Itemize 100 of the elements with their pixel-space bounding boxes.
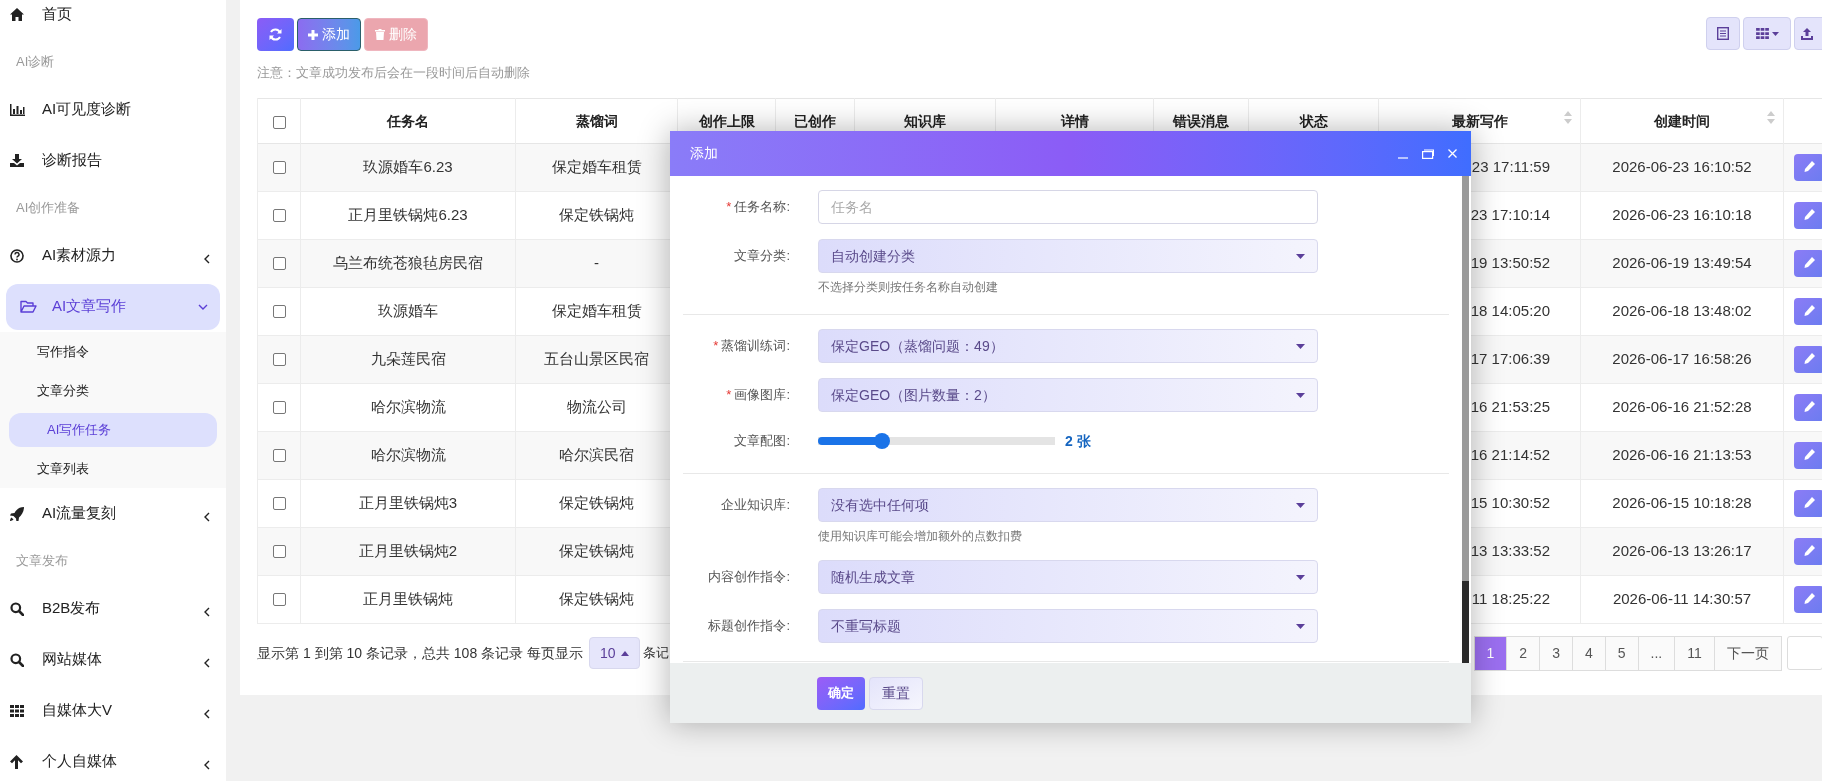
sidebar-item[interactable]: AI素材源力 xyxy=(0,230,226,281)
page-button[interactable]: 11 xyxy=(1674,635,1715,671)
table-cell: 哈尔滨民宿 xyxy=(559,445,634,463)
column-header: 状态 xyxy=(1299,112,1328,129)
select-field[interactable]: 保定GEO（图片数量：2） xyxy=(818,378,1318,412)
edit-button[interactable] xyxy=(1794,249,1822,277)
sidebar-item[interactable]: AI文章写作 xyxy=(6,283,220,330)
select-field[interactable]: 没有选中任何项 xyxy=(818,488,1318,522)
edit-button[interactable] xyxy=(1794,201,1822,229)
table-view-button[interactable] xyxy=(1706,17,1740,50)
pencil-icon xyxy=(1803,209,1815,221)
pagination-summary: 显示第 1 到第 10 条记录，总共 108 条记录 每页显示 xyxy=(257,643,583,663)
field-label: 任务名称: xyxy=(734,198,790,217)
sidebar-item[interactable]: 诊断报告 xyxy=(0,135,226,186)
submenu-item[interactable]: 文章分类 xyxy=(9,371,217,410)
edit-button[interactable] xyxy=(1794,345,1822,373)
page-button[interactable]: 3 xyxy=(1539,635,1573,671)
row-checkbox[interactable] xyxy=(272,497,286,511)
row-checkbox[interactable] xyxy=(272,257,286,271)
row-checkbox[interactable] xyxy=(272,209,286,223)
dialog-title: 添加 xyxy=(690,144,718,163)
confirm-button[interactable]: 确定 xyxy=(817,676,865,710)
table-cell: 2026-06-17 16:58:26 xyxy=(1612,349,1752,367)
pencil-icon xyxy=(1803,449,1815,461)
sidebar-item[interactable]: AI可见度诊断 xyxy=(0,84,226,135)
export-button[interactable] xyxy=(1794,17,1822,50)
refresh-button[interactable] xyxy=(257,18,294,51)
edit-button[interactable] xyxy=(1794,297,1822,325)
page-button[interactable]: 4 xyxy=(1571,635,1606,671)
table-cell: 13 13:33:52 xyxy=(1470,541,1550,559)
edit-button[interactable] xyxy=(1794,393,1822,421)
row-checkbox[interactable] xyxy=(272,161,286,175)
reset-button[interactable]: 重置 xyxy=(869,676,923,710)
download-icon xyxy=(10,154,24,167)
row-checkbox[interactable] xyxy=(272,353,286,367)
edit-button[interactable] xyxy=(1794,441,1822,469)
submenu-item[interactable]: 文章列表 xyxy=(9,449,217,488)
table-cell: 五台山景区民宿 xyxy=(544,349,649,367)
next-page-button[interactable]: 下一页 xyxy=(1713,635,1782,671)
caret-down-icon xyxy=(1296,502,1305,508)
maximize-icon[interactable] xyxy=(1422,148,1434,159)
caret-down-icon xyxy=(1296,343,1305,349)
select-field[interactable]: 自动创建分类 xyxy=(818,239,1318,273)
column-header: 蒸馏词 xyxy=(575,112,618,129)
sidebar-item[interactable]: 首页 xyxy=(0,0,226,40)
sidebar-item[interactable]: 自媒体大V xyxy=(0,685,226,736)
pencil-icon xyxy=(1803,305,1815,317)
sidebar-item[interactable]: 个人自媒体 xyxy=(0,736,226,781)
select-field[interactable]: 不重写标题 xyxy=(818,609,1318,643)
sidebar-item[interactable]: B2B发布 xyxy=(0,583,226,634)
row-checkbox[interactable] xyxy=(272,593,286,607)
row-checkbox[interactable] xyxy=(272,305,286,319)
table-cell: 保定婚车租赁 xyxy=(551,301,642,319)
table-cell: 哈尔滨物流 xyxy=(370,445,446,463)
page-button[interactable]: 2 xyxy=(1506,635,1541,671)
field-label: 文章配图: xyxy=(734,432,790,451)
edit-button[interactable] xyxy=(1794,153,1822,181)
sidebar-heading: 文章发布 xyxy=(16,552,68,571)
field-label: 文章分类: xyxy=(734,247,790,266)
table-cell: 保定铁锅炖 xyxy=(559,493,634,511)
slider-thumb[interactable] xyxy=(874,433,890,449)
row-checkbox[interactable] xyxy=(272,401,286,415)
table-cell: 2026-06-15 10:18:28 xyxy=(1612,493,1752,511)
page-input[interactable] xyxy=(1786,636,1822,670)
submenu-item[interactable]: 写作指令 xyxy=(9,332,217,371)
row-checkbox[interactable] xyxy=(272,545,286,559)
required-mark: * xyxy=(726,386,732,405)
table-cell: 19 13:50:52 xyxy=(1470,253,1550,271)
row-checkbox[interactable] xyxy=(272,449,286,463)
page-button[interactable]: 5 xyxy=(1604,635,1639,671)
caret-down-icon xyxy=(1296,392,1305,398)
select-field[interactable]: 保定GEO（蒸馏问题：49） xyxy=(818,329,1318,363)
table-cell: 2026-06-18 13:48:02 xyxy=(1612,301,1752,319)
page-button[interactable]: ... xyxy=(1637,635,1676,671)
edit-button[interactable] xyxy=(1794,585,1822,613)
sidebar-item[interactable]: 网站媒体 xyxy=(0,634,226,685)
table-cell: - xyxy=(594,253,599,271)
edit-button[interactable] xyxy=(1794,537,1822,565)
select-all-checkbox[interactable] xyxy=(272,115,286,129)
sidebar-item[interactable]: AI流量复刻 xyxy=(0,488,226,539)
page-size-dropdown[interactable]: 10 xyxy=(588,637,640,669)
table-cell: 15 10:30:52 xyxy=(1470,493,1550,511)
column-header: 最新写作 xyxy=(1451,112,1508,129)
submenu-item[interactable]: AI写作任务 xyxy=(9,412,217,447)
table-cell: 2026-06-19 13:49:54 xyxy=(1612,253,1752,271)
page-button[interactable]: 1 xyxy=(1473,635,1508,671)
column-header: 详情 xyxy=(1060,112,1089,129)
column-header: 错误消息 xyxy=(1173,112,1229,129)
table-cell: 保定铁锅炖 xyxy=(559,589,634,607)
pagination-suffix: 条记 xyxy=(642,644,669,663)
table-cell: 正月里铁锅炖3 xyxy=(358,493,458,511)
close-icon[interactable] xyxy=(1448,149,1457,158)
select-field[interactable]: 随机生成文章 xyxy=(818,560,1318,594)
plus-icon xyxy=(308,29,318,40)
caret-down-icon xyxy=(1296,253,1305,259)
edit-button[interactable] xyxy=(1794,489,1822,517)
columns-button[interactable] xyxy=(1743,17,1791,50)
task-name-input[interactable]: 任务名 xyxy=(818,190,1318,224)
table-cell: 11 18:25:22 xyxy=(1471,589,1550,607)
pencil-icon xyxy=(1803,353,1815,365)
